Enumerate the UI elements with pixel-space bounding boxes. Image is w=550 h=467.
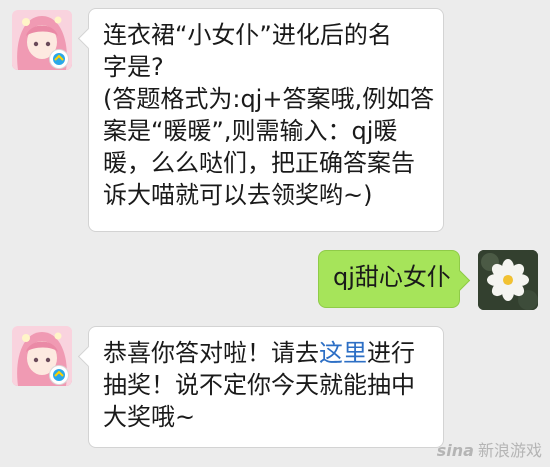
message-line: (答题格式为:qj+答案哦,例如答: [103, 85, 435, 113]
game-avatar[interactable]: [12, 10, 72, 70]
message-line: 抽奖！说不定你今天就能抽中: [103, 371, 415, 399]
incoming-message-bubble[interactable]: 恭喜你答对啦！请去这里进行 抽奖！说不定你今天就能抽中 大奖哦~: [88, 326, 444, 448]
message-line: 案是“暖暖”,则需输入：qj暖: [103, 117, 398, 145]
message-line: 连衣裙“小女仆”进化后的名: [103, 21, 392, 49]
qq-badge-icon: [50, 366, 68, 384]
watermark-text: 新浪游戏: [477, 441, 542, 460]
message-line: 诉大喵就可以去领奖哟~): [103, 181, 373, 209]
lottery-link[interactable]: 这里: [319, 339, 367, 367]
sina-games-watermark: sina 新浪游戏: [437, 437, 542, 461]
outgoing-message-bubble[interactable]: qj甜心女仆: [318, 250, 460, 308]
user-avatar[interactable]: [478, 250, 538, 310]
sina-logo: sina: [436, 441, 474, 460]
message-line: 大奖哦~: [103, 403, 196, 431]
incoming-message-bubble[interactable]: 连衣裙“小女仆”进化后的名 字是? (答题格式为:qj+答案哦,例如答 案是“暖…: [88, 8, 444, 232]
message-text: qj甜心女仆: [333, 263, 451, 291]
message-line: 恭喜你答对啦！请去这里进行: [103, 337, 429, 369]
white-flower-icon: [478, 250, 538, 310]
message-line: 字是?: [103, 53, 164, 81]
message-text: 恭喜你答对啦！请去: [103, 339, 319, 367]
message-line: 暖，么么哒们，把正确答案告: [103, 149, 415, 177]
game-avatar[interactable]: [12, 326, 72, 386]
qq-badge-icon: [50, 50, 68, 68]
message-text: 进行: [367, 339, 415, 367]
